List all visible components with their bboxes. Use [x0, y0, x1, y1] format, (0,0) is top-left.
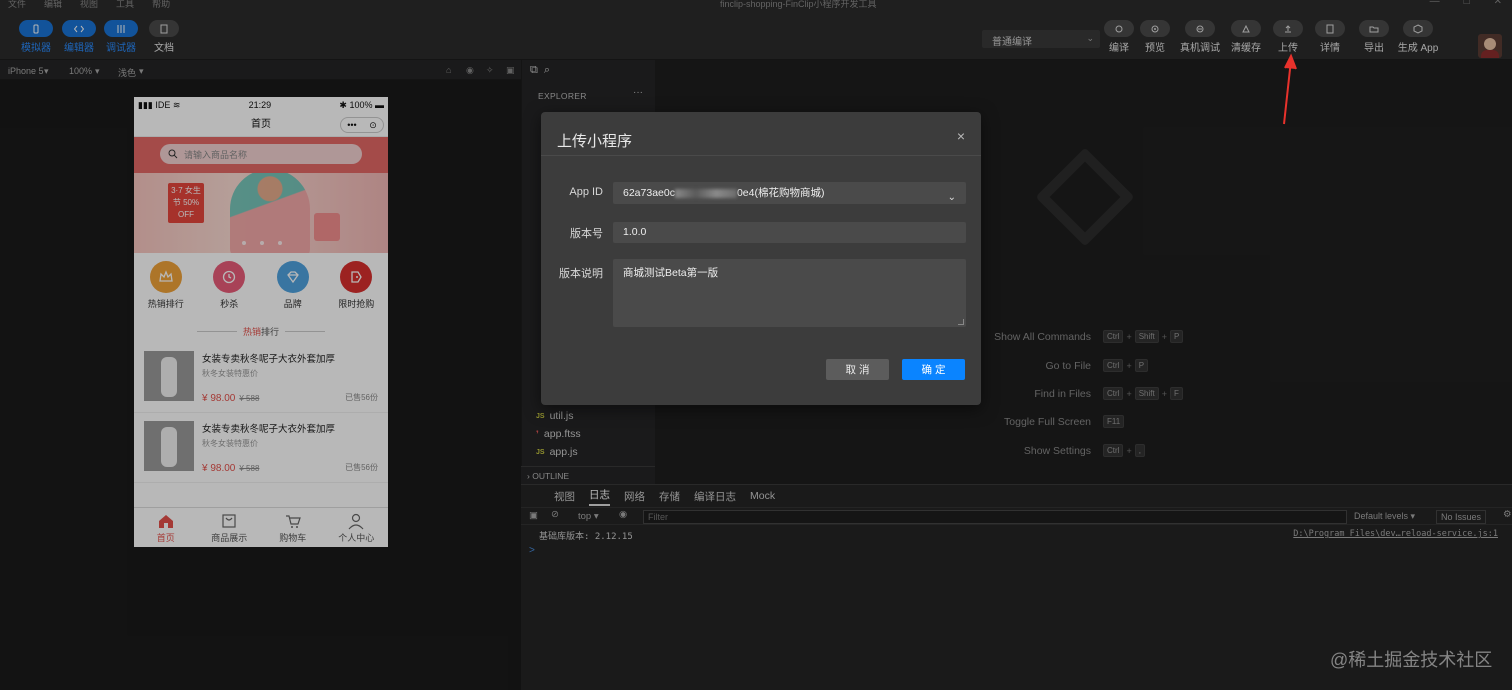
redacted-text	[674, 188, 737, 198]
appid-select[interactable]: 62a73ae0c 0e4(棉花购物商城) ⌄	[613, 182, 966, 204]
watermark: @稀土掘金技术社区	[1330, 650, 1493, 670]
upload-dialog: 上传小程序 × App ID 62a73ae0c 0e4(棉花购物商城) ⌄ 版本…	[541, 112, 981, 405]
confirm-button[interactable]: 确 定	[902, 359, 965, 380]
description-textarea[interactable]: 商城测试Beta第一版	[613, 259, 966, 327]
version-label: 版本号	[570, 228, 603, 240]
annotation-arrow-icon	[1283, 53, 1297, 125]
appid-prefix: 62a73ae0c	[623, 187, 675, 199]
close-icon[interactable]: ×	[957, 128, 965, 144]
description-label: 版本说明	[559, 268, 603, 280]
chevron-down-icon: ⌄	[947, 192, 956, 203]
divider	[541, 155, 981, 156]
appid-suffix: 0e4(棉花购物商城)	[736, 187, 825, 199]
description-value: 商城测试Beta第一版	[623, 267, 719, 279]
appid-label: App ID	[569, 186, 603, 198]
resize-handle-icon[interactable]	[958, 319, 964, 325]
cancel-button[interactable]: 取 消	[826, 359, 889, 380]
version-input[interactable]: 1.0.0	[613, 222, 966, 243]
dialog-title: 上传小程序	[557, 133, 633, 150]
